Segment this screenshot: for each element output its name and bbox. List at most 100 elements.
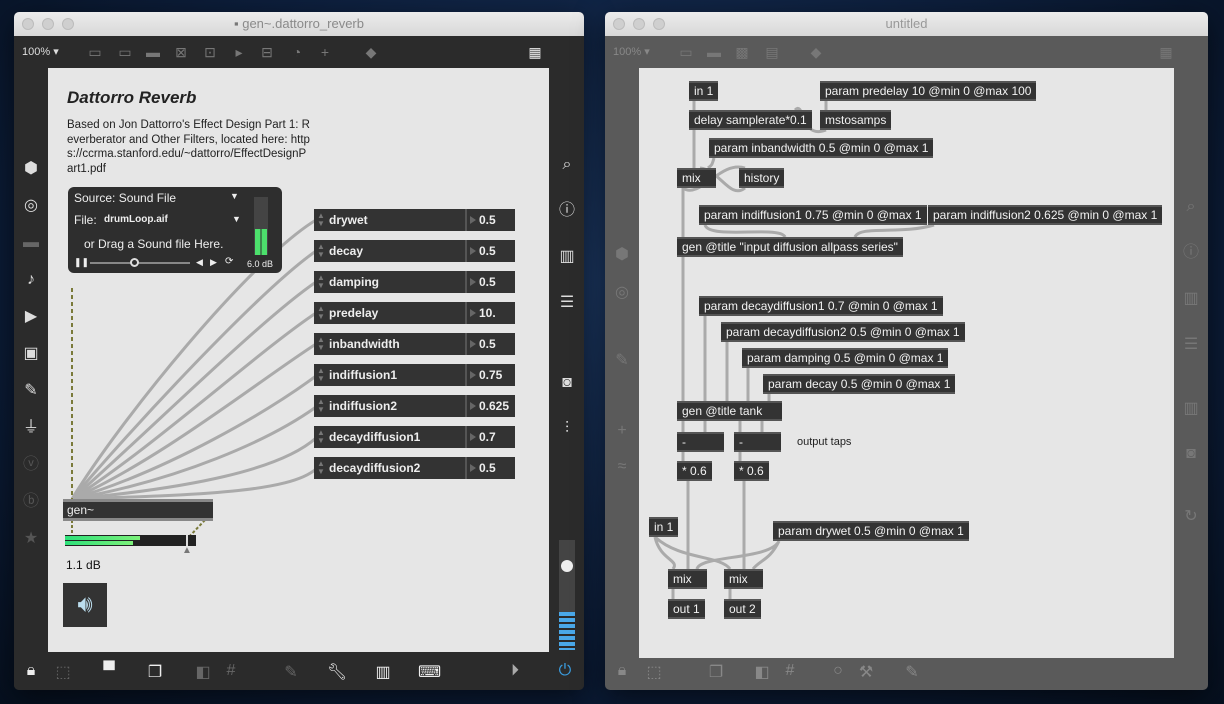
snap-icon[interactable]: ◧: [751, 662, 773, 682]
stepper-arrows-icon[interactable]: ▲ ▼: [317, 212, 325, 228]
minimize-button[interactable]: [633, 18, 645, 30]
search-icon[interactable]: ⌕: [550, 156, 584, 174]
multiply-left-object[interactable]: * 0.6: [677, 461, 712, 481]
param-decaydiffusion2-object[interactable]: param decaydiffusion2 0.5 @min 0 @max 1: [721, 322, 965, 342]
pause-icon[interactable]: ❚❚: [74, 257, 89, 268]
stepper-arrows-icon[interactable]: ▲ ▼: [317, 398, 325, 414]
output-gain-slider[interactable]: [559, 540, 575, 650]
piano-icon[interactable]: ▥: [372, 662, 394, 682]
keyboard-icon[interactable]: ⌨: [418, 662, 441, 682]
snap-icon[interactable]: ◧: [192, 662, 214, 682]
package-icon[interactable]: ⬢: [605, 246, 639, 264]
stepper-arrows-icon[interactable]: ▲ ▼: [317, 305, 325, 321]
book-icon[interactable]: ▥: [1174, 290, 1208, 308]
toggle-icon[interactable]: ⊡: [201, 44, 219, 60]
param-inbandwidth-object[interactable]: param inbandwidth 0.5 @min 0 @max 1: [709, 138, 934, 158]
snapshot-icon[interactable]: ◙: [1174, 445, 1208, 463]
paperclip-icon[interactable]: ✎: [14, 382, 48, 400]
source-menu[interactable]: Source: Sound File: [74, 191, 176, 205]
codebox-icon[interactable]: ▤: [763, 44, 781, 60]
gain-meter[interactable]: [254, 197, 268, 255]
paperclip-icon[interactable]: ✎: [605, 352, 639, 370]
minimize-button[interactable]: [42, 18, 54, 30]
stepper-arrows-icon[interactable]: ▲ ▼: [317, 243, 325, 259]
hammer-icon[interactable]: ⚒: [855, 662, 877, 682]
stepper-arrows-icon[interactable]: ▲ ▼: [317, 460, 325, 476]
paint-bucket-icon[interactable]: ◆: [807, 44, 825, 60]
close-button[interactable]: [613, 18, 625, 30]
playlist[interactable]: Source: Sound File ▼ File: drumLoop.aif …: [68, 187, 282, 273]
gen-tank-object[interactable]: gen @title tank: [677, 401, 782, 421]
message-box-icon[interactable]: ▭: [116, 44, 134, 60]
windows-icon[interactable]: ❐: [705, 662, 727, 682]
object-box-icon[interactable]: ▭: [677, 44, 695, 60]
circle-icon[interactable]: ○: [827, 662, 849, 680]
mix-object[interactable]: mix: [677, 168, 716, 188]
loop-icon[interactable]: ⟳: [225, 256, 233, 267]
param-value-number[interactable]: 0.7: [465, 426, 515, 448]
audio-power-icon[interactable]: ⏻: [554, 662, 576, 680]
search-icon[interactable]: ⌕: [1174, 198, 1208, 216]
param-value-number[interactable]: 0.5: [465, 209, 515, 231]
multiply-right-object[interactable]: * 0.6: [734, 461, 769, 481]
number-icon[interactable]: ⊟: [258, 44, 276, 60]
transport-icon[interactable]: ⏵: [504, 662, 526, 680]
param-value-number[interactable]: 0.5: [465, 271, 515, 293]
target-icon[interactable]: ◎: [14, 197, 48, 215]
zoom-menu[interactable]: 100% ▾: [613, 45, 650, 58]
param-indiffusion1-object[interactable]: param indiffusion1 0.75 @min 0 @max 1: [699, 205, 927, 225]
mix-left-object[interactable]: mix: [668, 569, 707, 589]
comment-icon[interactable]: ▬: [144, 44, 162, 60]
plug-icon[interactable]: ⏚: [14, 419, 48, 437]
param-decay-object[interactable]: param decay 0.5 @min 0 @max 1: [763, 374, 956, 394]
param-value-number[interactable]: 10.: [465, 302, 515, 324]
stepper-arrows-icon[interactable]: ▲ ▼: [317, 429, 325, 445]
zoom-menu[interactable]: 100% ▾: [22, 45, 59, 58]
comment-icon[interactable]: ▬: [705, 44, 723, 60]
attach-icon[interactable]: ✎: [901, 662, 923, 682]
zoom-button[interactable]: [62, 18, 74, 30]
history-object[interactable]: history: [739, 168, 785, 188]
source-dropdown-icon[interactable]: ▼: [230, 191, 239, 201]
lock-icon[interactable]: 🔒︎: [611, 662, 633, 680]
slider-knob[interactable]: [561, 560, 573, 572]
file-dropdown-icon[interactable]: ▼: [232, 214, 241, 224]
slider-knob[interactable]: [130, 258, 139, 267]
in-1-object[interactable]: in 1: [689, 81, 719, 101]
info-icon[interactable]: ⓘ: [1174, 244, 1208, 262]
mix-right-object[interactable]: mix: [724, 569, 763, 589]
param-decaydiffusion1-object[interactable]: param decaydiffusion1 0.7 @min 0 @max 1: [699, 296, 943, 316]
lock-icon[interactable]: 🔒︎: [20, 662, 42, 680]
level-meter[interactable]: [65, 535, 196, 546]
file-menu[interactable]: drumLoop.aif: [104, 214, 168, 225]
beap-icon[interactable]: ⓑ: [14, 493, 48, 511]
snapshot-icon[interactable]: ◙: [550, 374, 584, 392]
attach-icon[interactable]: ✎: [280, 662, 302, 682]
presentation-icon[interactable]: ▀: [98, 662, 120, 680]
video-icon[interactable]: ▶: [14, 308, 48, 326]
next-icon[interactable]: ▶: [210, 257, 217, 268]
param-value-number[interactable]: 0.5: [465, 457, 515, 479]
image-icon[interactable]: ▣: [14, 345, 48, 363]
stepper-arrows-icon[interactable]: ▲ ▼: [317, 274, 325, 290]
delay-object[interactable]: delay samplerate*0.1: [689, 110, 812, 130]
stepper-arrows-icon[interactable]: ▲ ▼: [317, 336, 325, 352]
mstosamps-object[interactable]: mstosamps: [820, 110, 892, 130]
list-icon[interactable]: ☰: [1174, 336, 1208, 354]
zoom-button[interactable]: [653, 18, 665, 30]
grid-icon[interactable]: ▦: [1157, 44, 1175, 60]
music-note-icon[interactable]: ♪: [14, 271, 48, 289]
ezdac-speaker-button[interactable]: 🔊︎: [63, 583, 107, 627]
refresh-icon[interactable]: ↻: [1174, 508, 1208, 526]
star-icon[interactable]: ★: [14, 530, 48, 548]
mixer-icon[interactable]: ⫶: [550, 420, 584, 438]
presentation-select-icon[interactable]: ⬚: [52, 662, 74, 682]
param-predelay-object[interactable]: param predelay 10 @min 0 @max 100: [820, 81, 1037, 101]
prev-icon[interactable]: ◀: [196, 257, 203, 268]
dial-icon[interactable]: ◔: [288, 44, 306, 60]
vizzie-icon[interactable]: ⓥ: [14, 456, 48, 474]
in-1-bottom-object[interactable]: in 1: [649, 517, 679, 537]
button-icon[interactable]: ⊠: [172, 44, 190, 60]
reference-icon[interactable]: ▥: [1174, 400, 1208, 418]
param-value-number[interactable]: 0.75: [465, 364, 515, 386]
